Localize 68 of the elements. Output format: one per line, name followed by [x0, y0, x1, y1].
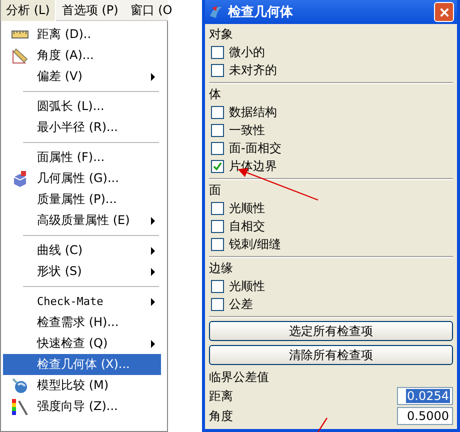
checkbox-label: 未对齐的	[229, 62, 277, 78]
input-field[interactable]: 0.0254	[397, 387, 453, 405]
checkbox-label: 公差	[229, 296, 253, 312]
checkbox[interactable]	[211, 64, 224, 76]
menu-item[interactable]: 面属性 (F)...	[3, 147, 161, 168]
menu-bar-item[interactable]: 窗口 (O	[124, 0, 178, 22]
menu-item[interactable]: 模型比较 (M)	[3, 375, 161, 396]
checkbox-label: 光顺性	[229, 200, 265, 216]
checkbox[interactable]	[211, 298, 224, 310]
window-title: 检查几何体	[228, 4, 294, 21]
checkbox[interactable]	[211, 124, 224, 136]
protractor-icon	[12, 48, 28, 64]
section-heading: 对象	[209, 26, 233, 43]
menu-item[interactable]: 几何属性 (G)...	[3, 168, 161, 189]
checkbox-label: 光顺性	[229, 278, 265, 294]
checkbox[interactable]	[211, 202, 224, 214]
close-icon	[439, 7, 449, 17]
field-label: 距离	[209, 388, 233, 404]
cube-icon	[13, 170, 27, 188]
checkbox[interactable]	[211, 280, 224, 292]
close-button[interactable]	[434, 2, 454, 22]
menu-item[interactable]: 形状 (S)	[3, 261, 161, 282]
menu-item[interactable]: 偏差 (V)	[3, 66, 161, 87]
submenu-arrow-icon	[151, 340, 155, 348]
section-heading: 边缘	[209, 260, 233, 277]
annotation-line	[318, 418, 328, 432]
checkbox-label: 锐刺/细缝	[229, 236, 282, 252]
field-label: 角度	[209, 408, 233, 424]
input-field[interactable]: 0.5000	[397, 407, 453, 425]
menu-item[interactable]: 圆弧长 (L)...	[3, 96, 161, 117]
menu-bar-item[interactable]: 分析 (L)	[0, 0, 56, 22]
checkbox-label: 数据结构	[229, 104, 277, 120]
color-bar-icon	[12, 398, 28, 414]
menu-item[interactable]: 距离 (D)..	[3, 24, 161, 45]
section-heading: 面	[209, 182, 221, 199]
submenu-arrow-icon	[151, 246, 155, 254]
section-heading: 体	[209, 86, 221, 103]
push-button[interactable]: 选定所有检查项	[209, 321, 453, 341]
menu-item[interactable]: 最小半径 (R)...	[3, 117, 161, 138]
checkbox-label: 面-面相交	[229, 140, 282, 156]
menu-bar-item[interactable]: 首选项 (P)	[56, 0, 124, 22]
checkbox-label: 微小的	[229, 44, 265, 60]
checkbox[interactable]	[211, 106, 224, 118]
sphere-icon	[12, 378, 28, 394]
menu-item[interactable]: 高级质量属性 (E)	[3, 210, 161, 231]
menu-item[interactable]: 曲线 (C)	[3, 240, 161, 261]
checkbox[interactable]	[211, 46, 224, 58]
submenu-arrow-icon	[151, 72, 155, 80]
checkbox-label: 一致性	[229, 122, 265, 138]
checkbox[interactable]	[211, 142, 224, 154]
submenu-arrow-icon	[151, 268, 155, 276]
checkbox[interactable]	[211, 238, 224, 250]
section-heading: 临界公差值	[209, 369, 269, 386]
ruler-icon	[11, 30, 29, 39]
menu-item[interactable]: 强度向导 (Z)...	[3, 396, 161, 417]
menu-item[interactable]: 快速检查 (Q)	[3, 333, 161, 354]
push-button[interactable]: 清除所有检查项	[209, 345, 453, 365]
checkbox-label: 自相交	[229, 218, 265, 234]
app-icon	[208, 4, 224, 20]
menu-item[interactable]: Check-Mate	[3, 291, 161, 312]
submenu-arrow-icon	[151, 216, 155, 224]
submenu-arrow-icon	[151, 298, 155, 306]
menu-item[interactable]: 角度 (A)...	[3, 45, 161, 66]
menu-item[interactable]: 检查需求 (H)...	[3, 312, 161, 333]
menu-item[interactable]: 质量属性 (P)...	[3, 189, 161, 210]
checkbox[interactable]	[211, 160, 224, 172]
menu-item[interactable]: 检查几何体 (X)...	[3, 354, 161, 375]
checkbox[interactable]	[211, 220, 224, 232]
